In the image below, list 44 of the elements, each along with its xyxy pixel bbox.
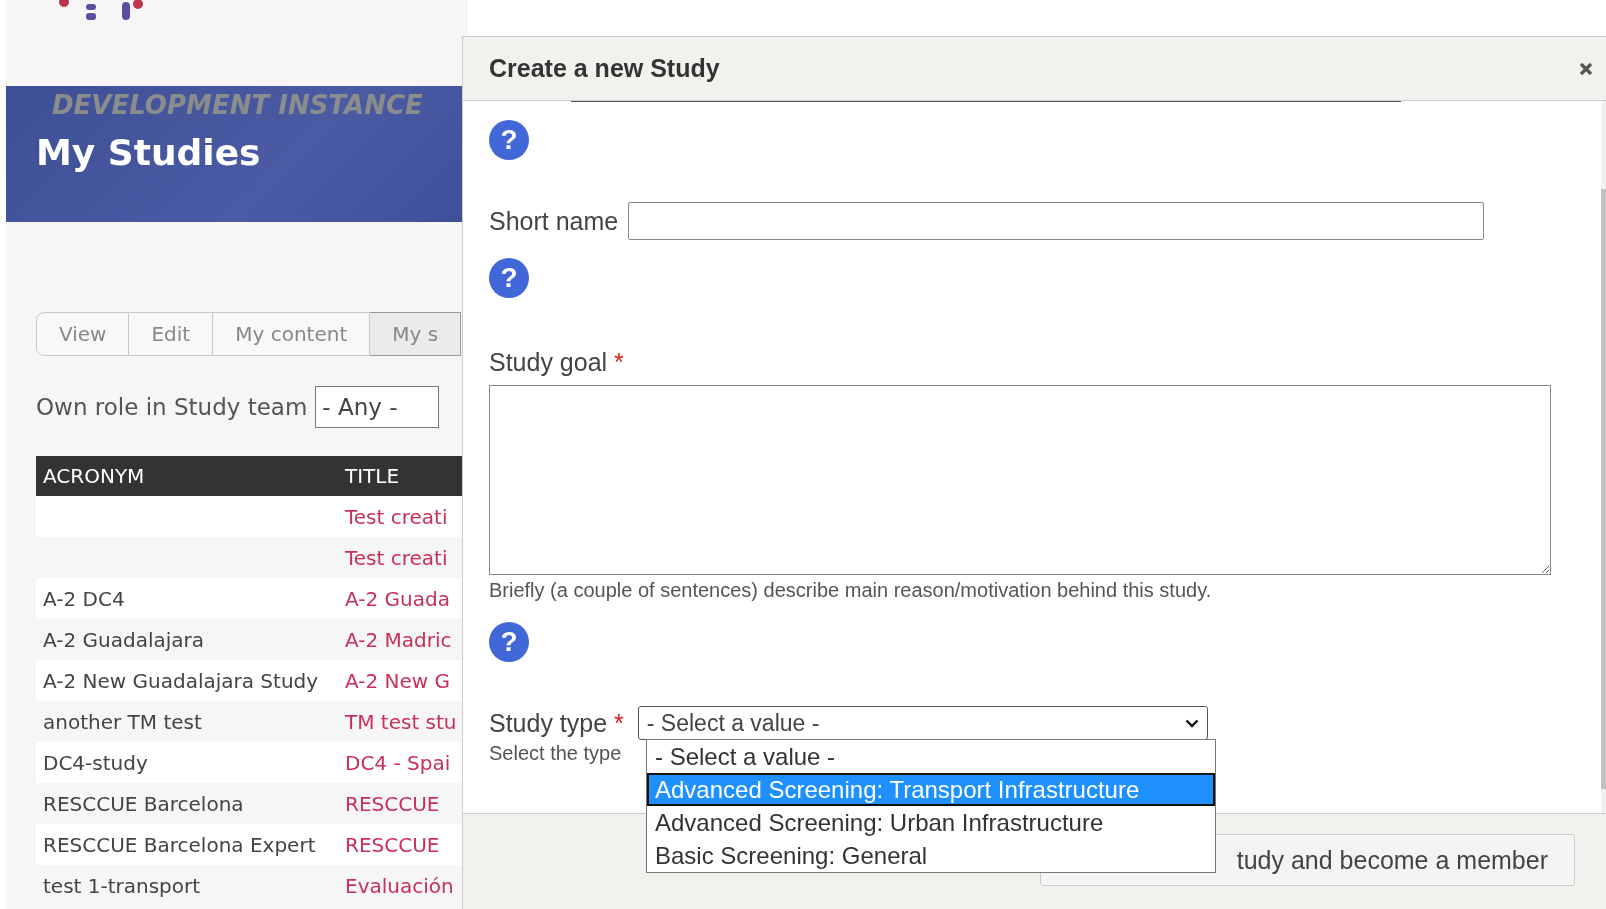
chevron-down-icon bbox=[1184, 718, 1199, 728]
table-cell: test 1-transport bbox=[43, 873, 201, 898]
tab[interactable]: View bbox=[36, 312, 130, 356]
study-title-link[interactable]: DC4 - Spai bbox=[345, 750, 451, 775]
tab[interactable]: My content bbox=[213, 312, 371, 356]
role-select[interactable]: - Any - bbox=[315, 386, 439, 428]
study-title-link[interactable]: A-2 Guada bbox=[345, 586, 450, 611]
table-cell: A-2 Guadalajara bbox=[43, 627, 205, 652]
tab[interactable]: My s bbox=[370, 312, 462, 356]
study-title-link[interactable]: TM test stu bbox=[345, 709, 457, 734]
field-label: Study goal * bbox=[489, 348, 625, 377]
study-title-link[interactable]: RESCCUE bbox=[345, 791, 440, 816]
table-cell: another TM test bbox=[43, 709, 202, 734]
table-cell: RESCCUE Barcelona Expert bbox=[43, 832, 316, 857]
help-icon[interactable]: ? bbox=[489, 622, 529, 662]
instance-notice: DEVELOPMENT INSTANCE bbox=[51, 89, 424, 120]
column-header: ACRONYM bbox=[42, 464, 146, 488]
short-name-input[interactable] bbox=[628, 202, 1485, 240]
field-label: Short name bbox=[489, 206, 619, 236]
study-title-link[interactable]: Evaluación bbox=[345, 873, 454, 898]
table-cell: A-2 New Guadalajara Study bbox=[43, 668, 319, 693]
table-cell: A-2 DC4 bbox=[43, 586, 125, 611]
field-description: Select the type bbox=[489, 742, 622, 765]
dropdown-option[interactable]: Advanced Screening: Transport Infrastructure bbox=[647, 773, 1215, 806]
study-title-link[interactable]: Test creati bbox=[345, 545, 448, 570]
dropdown-option[interactable]: - Select a value - bbox=[647, 740, 1215, 773]
study-title-link[interactable]: A-2 New G bbox=[345, 668, 451, 693]
field-label: Study type * bbox=[489, 708, 624, 738]
dialog-title: Create a new Study bbox=[489, 54, 720, 83]
column-header: TITLE bbox=[345, 464, 400, 488]
field-description: Briefly (a couple of sentences) describe main reason/motivation behind this study. bbox=[489, 579, 1212, 602]
required-marker: * bbox=[614, 348, 624, 376]
tab[interactable]: Edit bbox=[129, 312, 214, 356]
study-title-link[interactable]: RESCCUE bbox=[345, 832, 440, 857]
filter-label: Own role in Study team bbox=[36, 394, 308, 420]
table-cell: DC4-study bbox=[43, 750, 148, 775]
page-title: My Studies bbox=[36, 132, 262, 173]
close-icon[interactable] bbox=[1579, 61, 1593, 76]
table-cell: RESCCUE Barcelona bbox=[43, 791, 244, 816]
study-title-link[interactable]: A-2 Madric bbox=[345, 627, 452, 652]
help-icon[interactable]: ? bbox=[489, 258, 529, 298]
study-title-link[interactable]: Test creati bbox=[345, 504, 448, 529]
help-icon[interactable]: ? bbox=[489, 120, 529, 160]
required-marker: * bbox=[614, 708, 624, 737]
